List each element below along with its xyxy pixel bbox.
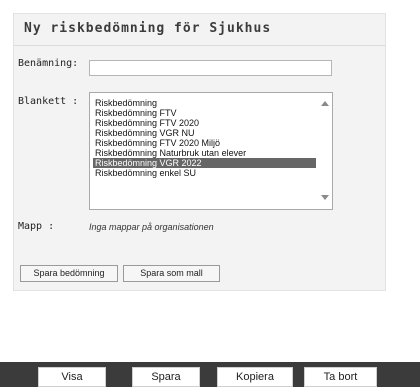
listbox-scrollbar[interactable] <box>318 93 332 209</box>
show-button[interactable]: Visa <box>38 367 106 387</box>
scroll-down-arrow-icon[interactable] <box>321 195 329 200</box>
new-assessment-panel: Ny riskbedömning för Sjukhus Benämning: … <box>13 13 386 291</box>
folder-label: Mapp : <box>18 221 55 232</box>
form-option[interactable]: Riskbedömning <box>93 98 316 108</box>
form-label: Blankett : <box>18 96 79 107</box>
name-label: Benämning: <box>18 58 79 69</box>
form-options-list: Riskbedömning Riskbedömning FTV Riskbedö… <box>93 98 316 178</box>
save-as-template-button[interactable]: Spara som mall <box>123 265 220 282</box>
form-listbox[interactable]: Riskbedömning Riskbedömning FTV Riskbedö… <box>89 92 333 210</box>
panel-header: Ny riskbedömning för Sjukhus <box>14 14 385 46</box>
copy-button[interactable]: Kopiera <box>217 367 293 387</box>
form-option[interactable]: Riskbedömning VGR NU <box>93 128 316 138</box>
save-button[interactable]: Spara <box>132 367 200 387</box>
form-option[interactable]: Riskbedömning FTV 2020 <box>93 118 316 128</box>
delete-button[interactable]: Ta bort <box>304 367 377 387</box>
folder-empty-text: Inga mappar på organisationen <box>89 222 214 232</box>
form-option-selected[interactable]: Riskbedömning VGR 2022 <box>93 158 316 168</box>
name-input[interactable] <box>89 60 332 76</box>
page-title: Ny riskbedömning för Sjukhus <box>24 21 272 36</box>
form-option[interactable]: Riskbedömning FTV <box>93 108 316 118</box>
scroll-up-arrow-icon[interactable] <box>321 101 329 106</box>
bottom-toolbar: Visa Spara Kopiera Ta bort <box>0 362 420 387</box>
save-assessment-button[interactable]: Spara bedömning <box>20 265 118 282</box>
form-option[interactable]: Riskbedömning Naturbruk utan elever <box>93 148 316 158</box>
form-option[interactable]: Riskbedömning FTV 2020 Miljö <box>93 138 316 148</box>
form-option[interactable]: Riskbedömning enkel SU <box>93 168 316 178</box>
